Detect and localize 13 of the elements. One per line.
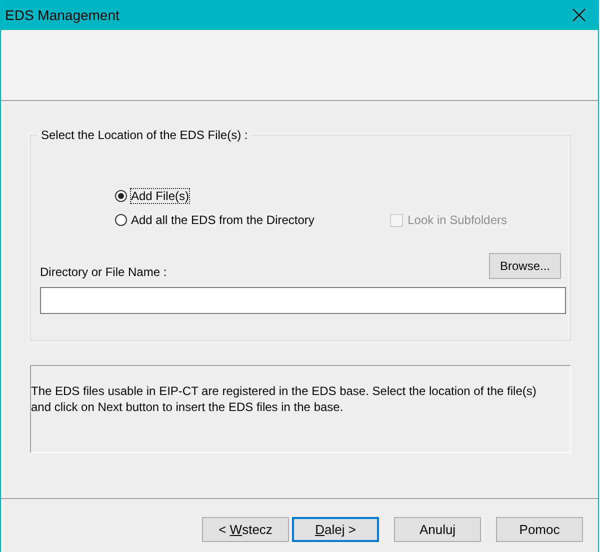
window-title: EDS Management (5, 7, 120, 23)
radio-option[interactable]: Add all the EDS from the Directory (115, 213, 314, 227)
close-icon[interactable] (572, 8, 586, 22)
wizard-button[interactable]: Pomoc (496, 517, 584, 542)
group-legend: Select the Location of the EDS File(s) : (38, 128, 251, 142)
description-text: The EDS files usable in EIP-CT are registered in the EDS base. Select the location of the file(s) and click on Next button to insert the EDS files in the base. (30, 365, 571, 453)
radio-option[interactable]: Add File(s) (115, 189, 190, 203)
browse-button[interactable]: Browse... (489, 253, 561, 279)
wizard-button[interactable]: < Wstecz (202, 517, 289, 542)
wizard-button[interactable]: Anuluj (394, 517, 482, 542)
path-label: Directory or File Name : (40, 265, 167, 279)
wizard-button[interactable]: Dalej > (292, 517, 380, 542)
path-field[interactable] (40, 287, 566, 314)
